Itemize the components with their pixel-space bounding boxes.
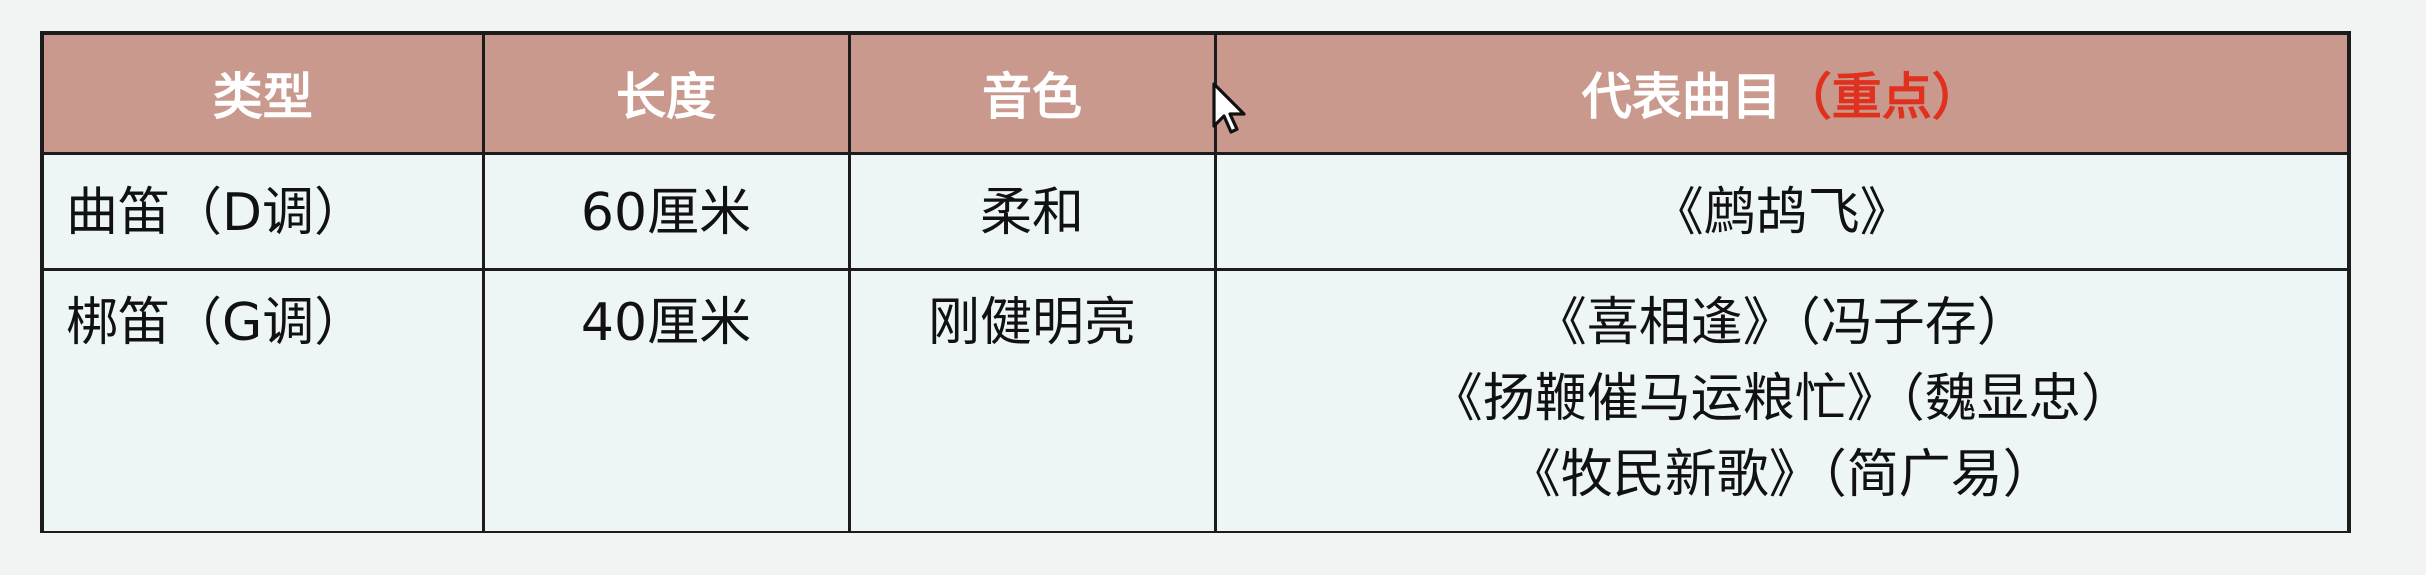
header-length: 长度 [481,35,851,155]
piece-title: 《牧民新歌》（简广易） [1508,444,2055,505]
piece-title: 《扬鞭催马运粮忙》（魏显忠） [1430,368,2133,429]
header-timbre: 音色 [847,35,1217,155]
piece-title: 《喜相逢》（冯子存） [1534,292,2029,353]
cell-type: 曲笛（D调） [44,151,485,271]
cell-timbre: 柔和 [847,151,1217,271]
table-row: 梆笛（G调） 40厘米 刚健明亮 《喜相逢》（冯子存） 《扬鞭催马运粮忙》（魏显… [44,267,2347,531]
table-row: 曲笛（D调） 60厘米 柔和 《鹧鸪飞》 [44,151,2347,271]
cell-length: 40厘米 [481,267,851,531]
header-pieces-highlight: （重点） [1781,68,1982,127]
cell-type: 梆笛（G调） [44,267,485,531]
header-pieces: 代表曲目（重点） [1213,35,2347,155]
flute-comparison-table: 类型 长度 音色 代表曲目（重点） 曲笛（D调） 60厘米 柔和 《鹧鸪飞》 梆… [40,31,2351,533]
header-pieces-label: 代表曲目 [1581,68,1782,127]
mouse-pointer-icon [1212,82,1246,134]
cell-pieces: 《喜相逢》（冯子存） 《扬鞭催马运粮忙》（魏显忠） 《牧民新歌》（简广易） [1213,267,2347,531]
cell-pieces: 《鹧鸪飞》 [1213,151,2347,271]
header-type: 类型 [44,35,485,155]
cell-timbre: 刚健明亮 [847,267,1217,531]
piece-title: 《鹧鸪飞》 [1651,182,1912,243]
header-row: 类型 长度 音色 代表曲目（重点） [44,35,2347,155]
cell-length: 60厘米 [481,151,851,271]
table: 类型 长度 音色 代表曲目（重点） 曲笛（D调） 60厘米 柔和 《鹧鸪飞》 梆… [44,35,2347,531]
